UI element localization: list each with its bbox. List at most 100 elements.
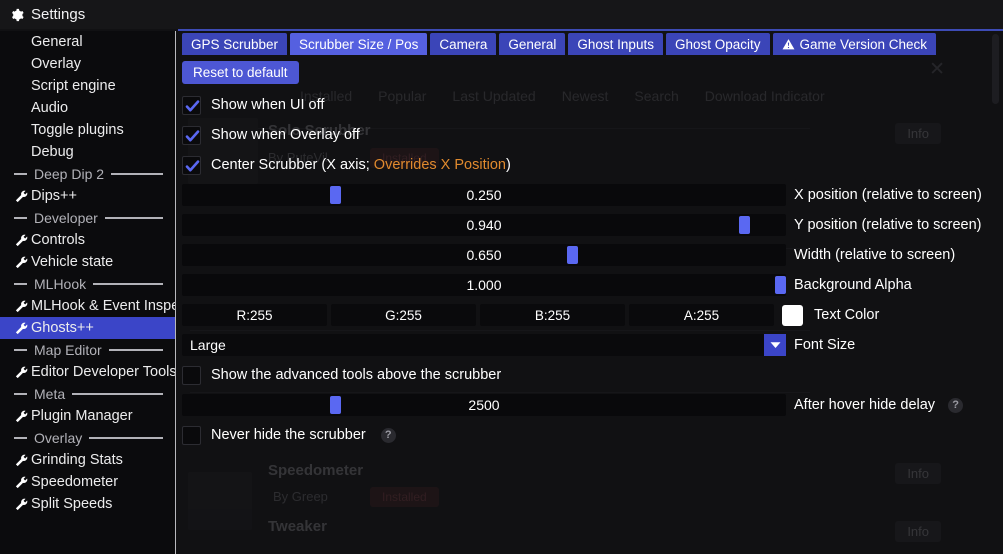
row-show-when-ui-off[interactable]: Show when UI off [182, 90, 999, 120]
checkbox-show-when-overlay-off[interactable] [182, 126, 201, 145]
tab-label: Ghost Inputs [577, 37, 654, 52]
row-center-scrubber[interactable]: Center Scrubber (X axis; Overrides X Pos… [182, 150, 999, 180]
group-dash [14, 349, 27, 351]
sidebar-group-label: Meta [34, 386, 65, 402]
chevron-down-icon[interactable] [764, 334, 786, 356]
tab-label: Scrubber Size / Pos [299, 37, 418, 52]
sidebar-item-controls[interactable]: Controls [0, 229, 175, 251]
row-width-relative-to-screen[interactable]: 0.650 Width (relative to screen) [182, 240, 999, 270]
sidebar-separator [175, 31, 176, 554]
sidebar-group-label: MLHook [34, 276, 86, 292]
sidebar-group-meta: Meta [0, 383, 175, 405]
label-show-when-ui-off: Show when UI off [211, 97, 324, 113]
slider-hover-hide-delay[interactable]: 2500 [182, 394, 786, 416]
center-scrubber-prefix: Center Scrubber (X axis; [211, 157, 374, 173]
row-show-when-overlay-off[interactable]: Show when Overlay off [182, 120, 999, 150]
sidebar-item-overlay[interactable]: Overlay [0, 53, 175, 75]
sidebar-item-grinding-stats[interactable]: Grinding Stats [0, 449, 175, 471]
sidebar-item-label: Debug [31, 144, 74, 160]
row-text-color[interactable]: R:255 G:255 B:255 A:255 Text Color [182, 300, 999, 330]
sidebar-item-debug[interactable]: Debug [0, 141, 175, 163]
sidebar-item-general[interactable]: General [0, 31, 175, 53]
tab-bar[interactable]: GPS Scrubber Scrubber Size / Pos Camera Gen… [178, 31, 1003, 56]
color-field-g[interactable]: G:255 [331, 304, 476, 326]
group-dash [14, 173, 27, 175]
sidebar-item-toggle-plugins[interactable]: Toggle plugins [0, 119, 175, 141]
sidebar-item-speedometer[interactable]: Speedometer [0, 471, 175, 493]
sidebar-item-split-speeds[interactable]: Split Speeds [0, 493, 175, 515]
wrench-icon [14, 475, 31, 490]
tab-game-version-check[interactable]: Game Version Check [773, 33, 937, 55]
sidebar-group-overlay: Overlay [0, 427, 175, 449]
sidebar-item-mlhook-event-inspector[interactable]: MLHook & Event Inspector [0, 295, 175, 317]
sidebar-item-audio[interactable]: Audio [0, 97, 175, 119]
sidebar-group-mlhook: MLHook [0, 273, 175, 295]
row-hover-hide-delay[interactable]: 2500 After hover hide delay ? [182, 390, 999, 420]
sidebar-group-label: Overlay [34, 430, 82, 446]
help-icon[interactable]: ? [948, 398, 963, 413]
tab-label: General [508, 37, 556, 52]
text-color-swatch[interactable] [782, 305, 803, 326]
font-size-select[interactable]: Large [182, 334, 786, 356]
group-dash [14, 393, 27, 395]
tab-label: GPS Scrubber [191, 37, 278, 52]
tab-ghost-opacity[interactable]: Ghost Opacity [666, 33, 770, 55]
sidebar-item-editor-developer-tools[interactable]: Editor Developer Tools [0, 361, 175, 383]
font-size-value: Large [182, 337, 226, 353]
checkbox-never-hide[interactable] [182, 426, 201, 445]
row-font-size[interactable]: Large Font Size [182, 330, 999, 360]
checkbox-advanced-tools[interactable] [182, 366, 201, 385]
tab-gps-scrubber[interactable]: GPS Scrubber [182, 33, 287, 55]
label-center-scrubber: Center Scrubber (X axis; Overrides X Pos… [211, 157, 511, 173]
label-show-when-overlay-off: Show when Overlay off [211, 127, 360, 143]
slider-x-position-relative-to-screen[interactable]: 0.250 [182, 184, 786, 206]
label-background-alpha: Background Alpha [794, 277, 912, 293]
slider-y-position-relative-to-screen[interactable]: 0.940 [182, 214, 786, 236]
tab-label: Game Version Check [800, 37, 928, 52]
center-scrubber-suffix: ) [506, 157, 511, 173]
tab-label: Ghost Opacity [675, 37, 761, 52]
sidebar-item-script-engine[interactable]: Script engine [0, 75, 175, 97]
sidebar-item-label: Vehicle state [31, 254, 113, 270]
color-field-b[interactable]: B:255 [480, 304, 625, 326]
sidebar-item-label: Split Speeds [31, 496, 112, 512]
sidebar-item-ghostsplusplus[interactable]: Ghosts++ [0, 317, 175, 339]
settings-sidebar[interactable]: GeneralOverlayScript engineAudioToggle p… [0, 31, 175, 554]
checkbox-show-when-ui-off[interactable] [182, 96, 201, 115]
group-dash [14, 217, 27, 219]
row-x-position-relative-to-screen[interactable]: 0.250X position (relative to screen) [182, 180, 999, 210]
sidebar-group-map-editor: Map Editor [0, 339, 175, 361]
wrench-icon [14, 233, 31, 248]
checkbox-center-scrubber[interactable] [182, 156, 201, 175]
group-rule [93, 283, 163, 285]
help-icon[interactable]: ? [381, 428, 396, 443]
row-y-position-relative-to-screen[interactable]: 0.940Y position (relative to screen) [182, 210, 999, 240]
label-never-hide: Never hide the scrubber [211, 427, 366, 443]
sidebar-item-label: Ghosts++ [31, 320, 94, 336]
sidebar-item-vehicle-state[interactable]: Vehicle state [0, 251, 175, 273]
reset-to-default-button[interactable]: Reset to default [182, 61, 299, 84]
tab-camera[interactable]: Camera [430, 33, 496, 55]
wrench-icon [14, 189, 31, 204]
wrench-icon [14, 453, 31, 468]
row-background-alpha[interactable]: 1.000 Background Alpha [182, 270, 999, 300]
sidebar-item-label: Speedometer [31, 474, 118, 490]
row-never-hide[interactable]: Never hide the scrubber ? [182, 420, 999, 450]
settings-rows: Show when UI off Show when Overlay off C… [182, 90, 999, 450]
group-rule [89, 437, 163, 439]
sidebar-item-label: MLHook & Event Inspector [31, 298, 175, 314]
color-field-a[interactable]: A:255 [629, 304, 774, 326]
sidebar-item-dipsplusplus[interactable]: Dips++ [0, 185, 175, 207]
slider-width-relative-to-screen[interactable]: 0.650 [182, 244, 786, 266]
label-width-relative-to-screen: Width (relative to screen) [794, 247, 955, 263]
row-advanced-tools[interactable]: Show the advanced tools above the scrubb… [182, 360, 999, 390]
color-field-r[interactable]: R:255 [182, 304, 327, 326]
group-dash [14, 437, 27, 439]
wrench-icon [14, 299, 31, 314]
slider-background-alpha[interactable]: 1.000 [182, 274, 786, 296]
tab-general[interactable]: General [499, 33, 565, 55]
tab-ghost-inputs[interactable]: Ghost Inputs [568, 33, 663, 55]
sidebar-item-plugin-manager[interactable]: Plugin Manager [0, 405, 175, 427]
tab-scrubber-size-pos[interactable]: Scrubber Size / Pos [290, 33, 427, 55]
sidebar-group-label: Developer [34, 210, 98, 226]
